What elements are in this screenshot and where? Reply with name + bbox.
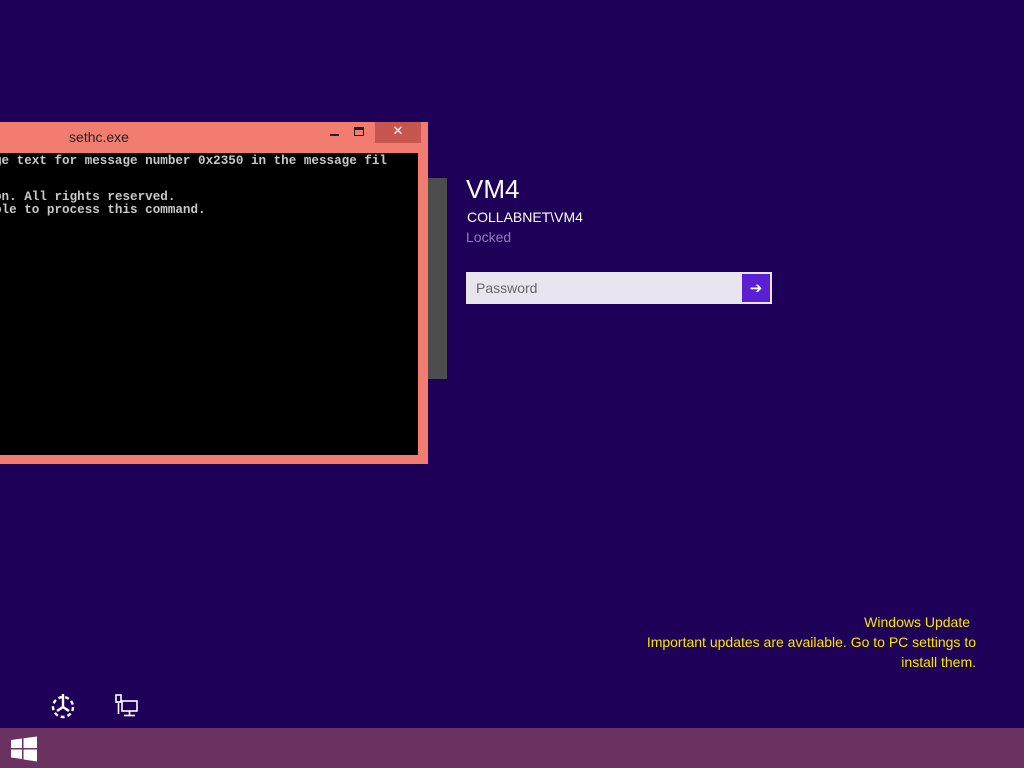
maximize-button[interactable] xyxy=(349,122,371,143)
update-notification[interactable]: Windows Update Important updates are ava… xyxy=(556,612,976,672)
close-icon: ✕ xyxy=(392,124,404,139)
console-line: ble to process this command. xyxy=(0,203,206,217)
notification-title: Windows Update xyxy=(864,614,970,630)
start-button[interactable] xyxy=(10,736,38,762)
password-field[interactable] xyxy=(468,274,740,302)
scrollbar[interactable] xyxy=(428,178,447,379)
maximize-icon xyxy=(354,127,364,136)
windows-logo-icon xyxy=(11,736,37,762)
password-box: ➔ xyxy=(466,272,772,304)
lock-screen: sethc.exe ✕ ge text for message number 0… xyxy=(0,0,1024,768)
console-window[interactable]: sethc.exe ✕ ge text for message number 0… xyxy=(0,122,428,464)
minimize-icon xyxy=(330,134,339,136)
console-line: ge text for message number 0x2350 in the… xyxy=(0,154,387,168)
console-output[interactable]: ge text for message number 0x2350 in the… xyxy=(0,153,418,455)
ease-of-access-icon[interactable] xyxy=(49,692,77,720)
user-name: VM4 xyxy=(466,174,520,204)
submit-button[interactable]: ➔ xyxy=(742,274,770,302)
arrow-right-icon: ➔ xyxy=(749,279,763,297)
minimize-button[interactable] xyxy=(324,122,346,143)
notification-message: Important updates are available. Go to P… xyxy=(646,634,976,650)
lock-status: Locked xyxy=(466,229,512,245)
console-title: sethc.exe xyxy=(69,129,129,145)
console-titlebar[interactable]: sethc.exe ✕ xyxy=(0,122,428,152)
user-domain: COLLABNET\VM4 xyxy=(467,209,583,225)
network-icon[interactable] xyxy=(114,694,140,718)
taskbar xyxy=(0,728,1024,768)
notification-message-continued: install them. xyxy=(901,654,976,670)
close-button[interactable]: ✕ xyxy=(375,122,421,143)
